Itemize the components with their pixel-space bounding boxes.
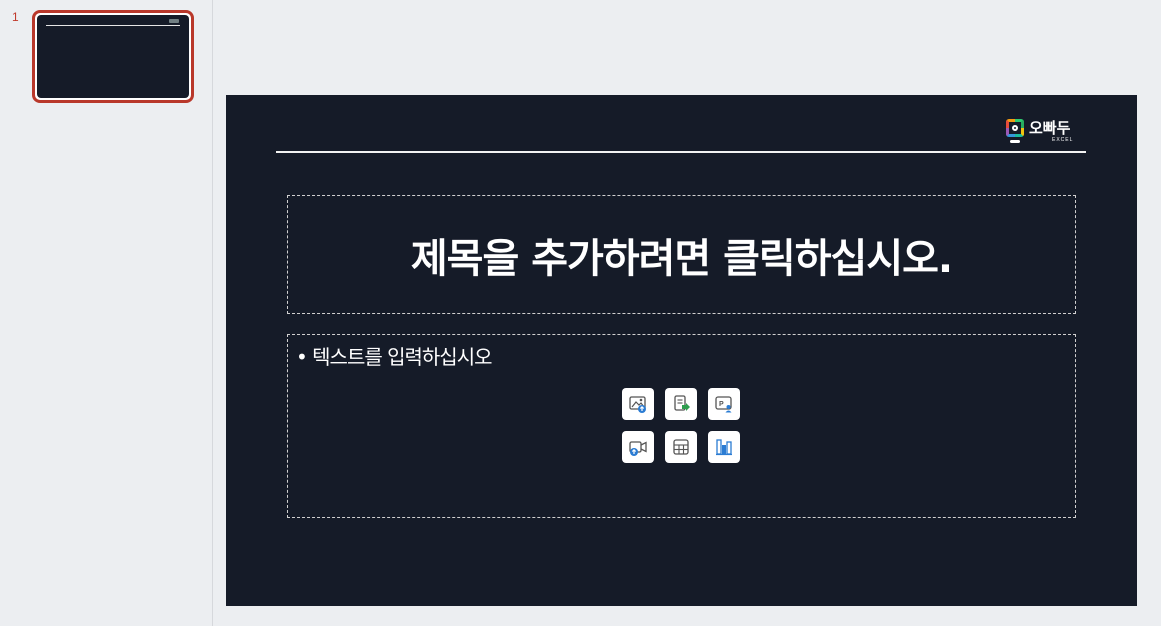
insert-picture-icon — [629, 396, 646, 413]
logo-mark-icon — [1006, 119, 1024, 137]
slide-thumbnail-pane: 1 — [0, 0, 213, 626]
thumbnail-header-line — [46, 25, 180, 26]
insert-video-button[interactable] — [622, 431, 654, 463]
logo-text: 오빠두 — [1029, 119, 1071, 137]
insert-chart-icon — [716, 439, 732, 456]
logo-stand — [1010, 140, 1020, 143]
insert-cameo-button[interactable]: P — [708, 388, 740, 420]
insert-content-toolbar: P — [622, 388, 742, 463]
insert-picture-button[interactable] — [622, 388, 654, 420]
header-divider — [276, 151, 1086, 153]
brand-logo: 오빠두 EXCEL — [1006, 117, 1086, 147]
insert-chart-button[interactable] — [708, 431, 740, 463]
slide-canvas[interactable]: 오빠두 EXCEL 제목을 추가하려면 클릭하십시오. • 텍스트를 입력하십시… — [226, 95, 1137, 606]
insert-stock-image-button[interactable] — [665, 388, 697, 420]
slide-number: 1 — [12, 10, 19, 24]
title-placeholder-text: 제목을 추가하려면 클릭하십시오. — [410, 235, 953, 282]
content-placeholder-text: • 텍스트를 입력하십시오 — [296, 345, 493, 369]
thumbnail-logo — [169, 19, 179, 23]
insert-table-button[interactable] — [665, 431, 697, 463]
svg-text:P: P — [719, 401, 724, 408]
insert-video-icon — [629, 441, 647, 456]
slide-thumbnail[interactable] — [32, 10, 194, 103]
slide-thumbnail-preview — [37, 15, 189, 98]
logo-subtext: EXCEL — [1052, 137, 1074, 143]
insert-table-icon — [673, 439, 689, 455]
content-placeholder[interactable]: • 텍스트를 입력하십시오 P — [287, 334, 1076, 518]
insert-stock-image-icon — [674, 395, 690, 411]
insert-cameo-icon: P — [715, 396, 732, 413]
title-placeholder[interactable]: 제목을 추가하려면 클릭하십시오. — [287, 195, 1076, 314]
